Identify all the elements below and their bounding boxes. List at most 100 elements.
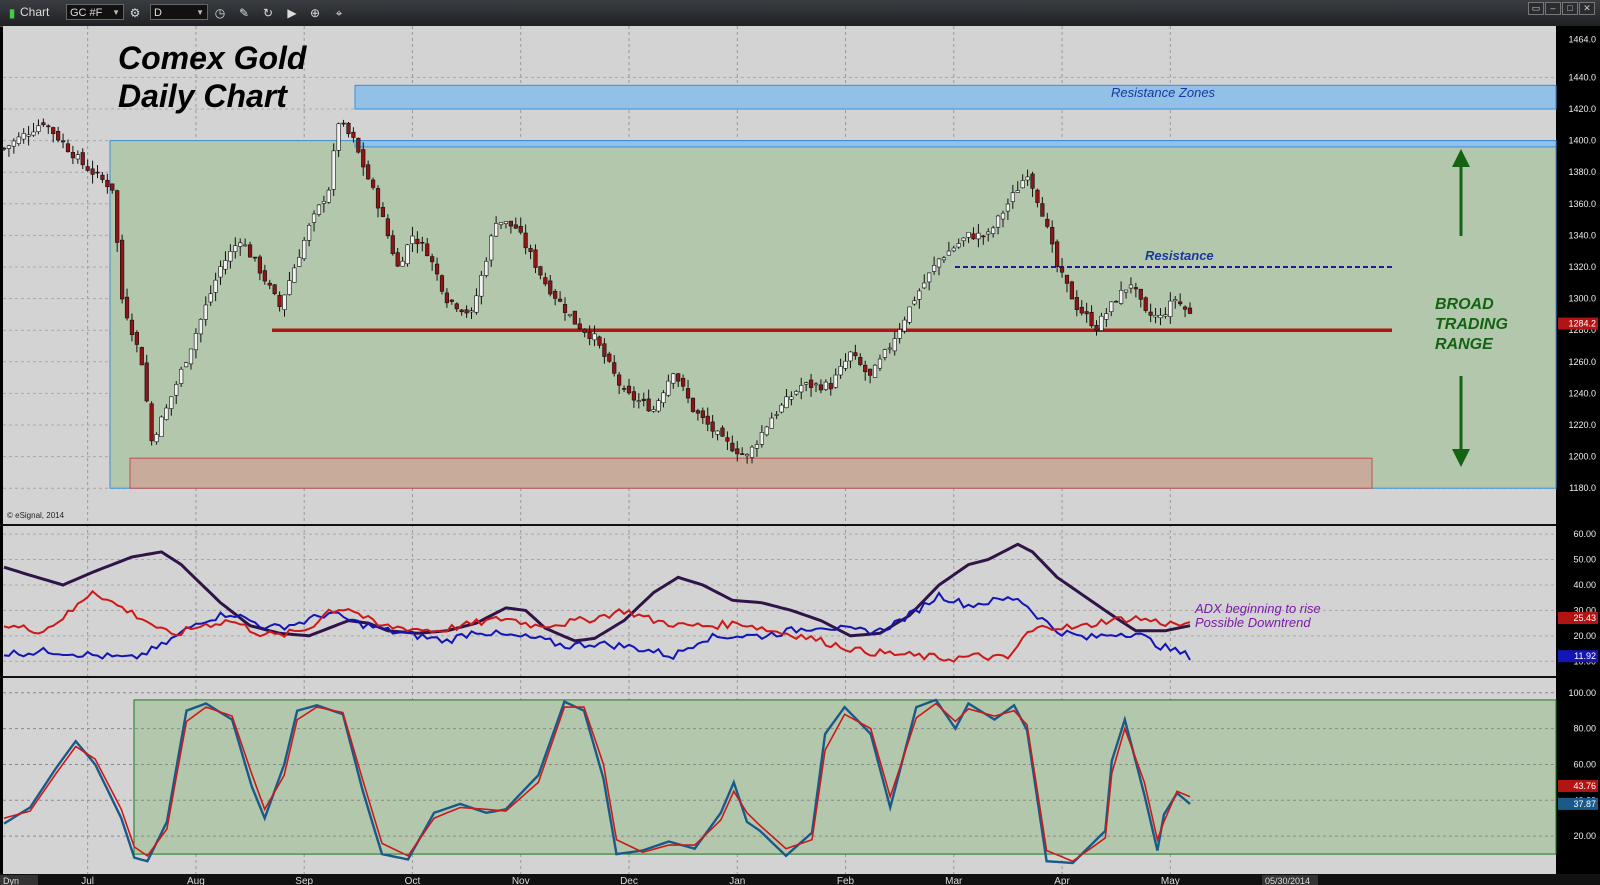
candle-down [277, 294, 282, 307]
candle-down [725, 437, 730, 442]
candle-down [430, 256, 435, 263]
candle-down [1055, 241, 1060, 267]
candle-down [543, 277, 548, 285]
minimize-button[interactable]: – [1545, 2, 1561, 15]
candle-up [400, 260, 405, 267]
candle-down [51, 127, 56, 135]
chart-canvas[interactable]: 1464.0 1440.0 1420.0 1400.0 1380.0 1360.0 1340… [0, 26, 1600, 885]
candle-down [538, 266, 543, 276]
candle-down [129, 319, 135, 336]
candle-up [651, 409, 656, 412]
refresh-icon[interactable]: ↻ [260, 5, 276, 21]
play-icon[interactable]: ▶ [284, 5, 300, 21]
x-tick-label: Dec [620, 876, 638, 885]
candle-down [41, 122, 46, 126]
x-tick-label: Feb [837, 876, 855, 885]
candle-up [331, 150, 336, 190]
candle-up [848, 351, 853, 362]
candle-up [671, 373, 676, 384]
copyright: © eSignal, 2014 [7, 511, 65, 520]
candle-down [144, 362, 149, 402]
candle-down [695, 410, 700, 414]
candle-down [700, 410, 705, 419]
resistance-zone-upper [354, 84, 1557, 110]
candle-down [85, 166, 90, 171]
candle-up [26, 134, 31, 137]
candle-up [494, 223, 499, 237]
candle-up [154, 434, 159, 443]
candle-down [602, 343, 607, 357]
candle-down [1133, 287, 1138, 290]
tick-label: 1440.0 [1568, 72, 1596, 82]
candle-up [936, 258, 942, 268]
candle-down [1035, 189, 1040, 203]
support-zone [129, 457, 1373, 489]
candle-up [21, 133, 26, 140]
candle-up [892, 338, 897, 352]
x-tick-label: Jan [729, 876, 745, 885]
candle-down [981, 235, 986, 238]
candle-down [149, 403, 154, 442]
interval-select[interactable]: D ▼ [150, 4, 208, 20]
candle-up [6, 145, 12, 149]
x-tick-label: Oct [405, 876, 421, 885]
zoom-icon[interactable]: ⊕ [307, 5, 323, 21]
candle-up [951, 247, 956, 252]
candle-down [46, 125, 51, 128]
candle-up [179, 368, 184, 384]
candle-up [917, 290, 922, 300]
candle-up [1163, 314, 1168, 317]
broad-label-1: BROAD [1435, 296, 1494, 313]
candle-down [1143, 297, 1148, 311]
link-icon[interactable]: ⚙ [127, 5, 143, 21]
candle-down [1138, 288, 1143, 300]
tick-label: 1360.0 [1568, 199, 1596, 209]
candle-up [218, 266, 223, 278]
x-tick-label: Sep [295, 876, 313, 885]
candle-up [887, 347, 892, 350]
tick-label: 60.00 [1573, 529, 1596, 539]
adx-last-badge: 25.43 [1573, 613, 1596, 623]
candle-down [434, 263, 440, 275]
stochastic-zone [133, 699, 1557, 855]
candle-down [464, 309, 469, 314]
candle-down [626, 385, 632, 394]
candle-down [818, 384, 824, 391]
candle-down [1064, 274, 1070, 284]
candle-down [681, 378, 686, 387]
candle-up [479, 275, 484, 297]
price-axis [1556, 26, 1600, 874]
tick-label: 20.00 [1573, 831, 1596, 841]
chart-title-line2: Daily Chart [118, 78, 288, 114]
candle-up [292, 267, 297, 283]
pencil-icon[interactable]: ✎ [236, 5, 252, 21]
candle-up [174, 384, 179, 396]
candle-up [326, 189, 331, 203]
candle-down [582, 328, 587, 333]
restore-button[interactable]: ▭ [1528, 2, 1544, 15]
candle-down [380, 207, 386, 217]
candle-up [823, 381, 828, 390]
candle-down [449, 299, 454, 302]
candle-down [120, 239, 125, 300]
symbol-select[interactable]: GC #F ▼ [66, 4, 124, 20]
candle-down [1045, 218, 1050, 227]
candle-down [390, 235, 395, 254]
tick-label: 1300.0 [1568, 294, 1596, 304]
candle-up [744, 454, 750, 457]
candle-up [410, 235, 415, 245]
candle-up [907, 306, 912, 323]
candle-up [956, 243, 961, 248]
candle-down [56, 130, 61, 141]
candle-down [346, 122, 351, 135]
close-button[interactable]: ✕ [1579, 2, 1595, 15]
candle-down [262, 270, 267, 282]
maximize-button[interactable]: □ [1562, 2, 1578, 15]
candle-up [223, 260, 228, 270]
candle-up [311, 213, 317, 223]
candle-down [375, 188, 381, 209]
tool-icon[interactable]: ⌖ [331, 5, 347, 21]
candle-up [1015, 190, 1020, 193]
clock-icon[interactable]: ◷ [212, 5, 228, 21]
candle-up [882, 349, 887, 358]
